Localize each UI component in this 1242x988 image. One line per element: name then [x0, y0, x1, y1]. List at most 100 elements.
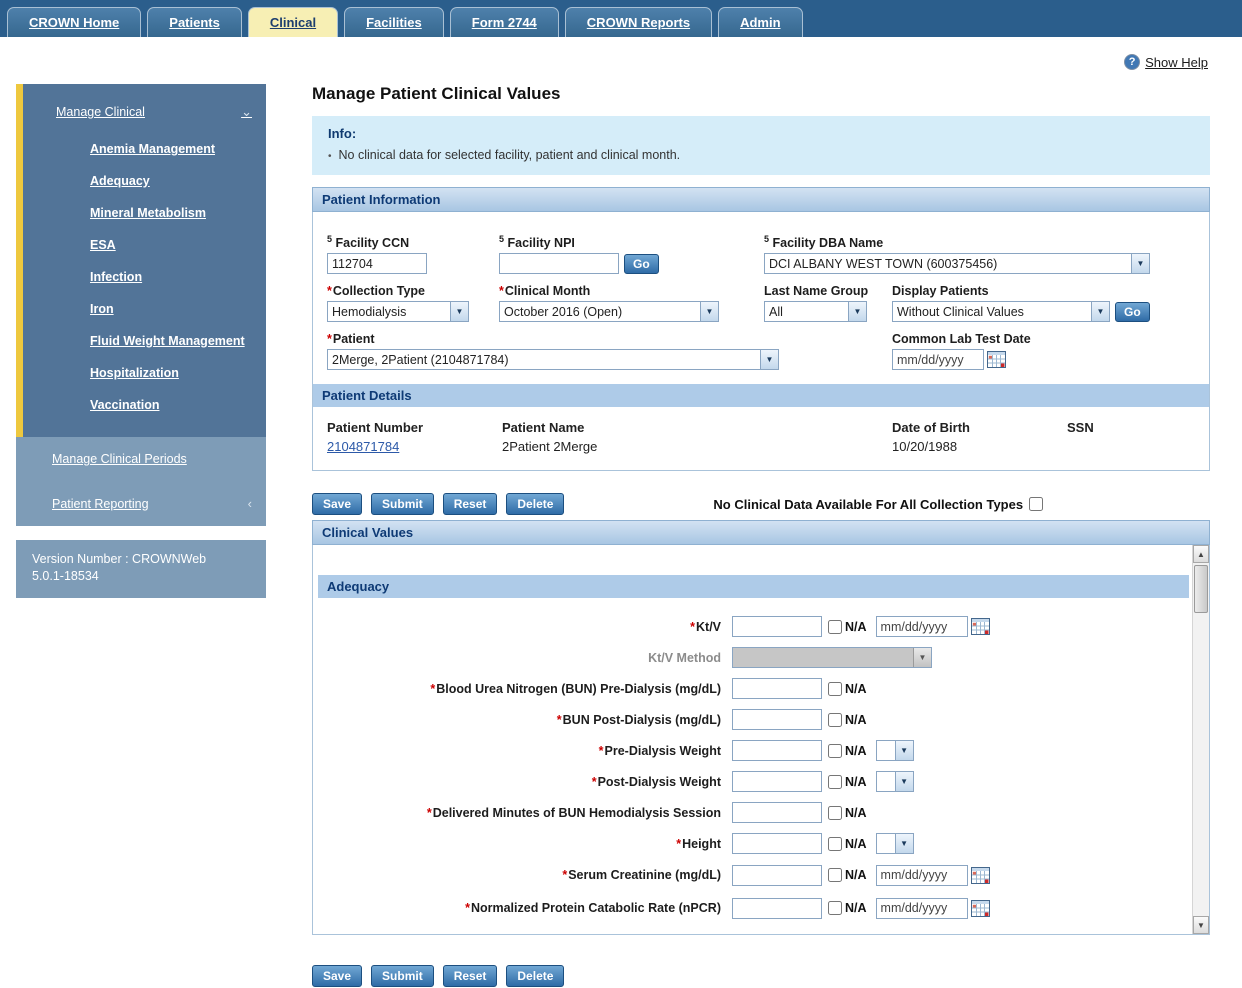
clinical-month-select[interactable]: October 2016 (Open) ▼	[499, 301, 719, 322]
serum-creatinine-input[interactable]	[732, 865, 822, 886]
tab-form-2744[interactable]: Form 2744	[450, 7, 559, 37]
height-input[interactable]	[732, 833, 822, 854]
facility-npi-go-button[interactable]: Go	[624, 254, 659, 274]
facility-ccn-input[interactable]	[327, 253, 427, 274]
pre-weight-input[interactable]	[732, 740, 822, 761]
npcr-na-checkbox[interactable]	[828, 901, 842, 915]
serum-creatinine-date-input[interactable]	[876, 865, 968, 886]
delivered-minutes-row: *Delivered Minutes of BUN Hemodialysis S…	[313, 797, 1192, 828]
height-unit-select[interactable]: ▼	[876, 833, 914, 854]
reset-button-bottom[interactable]: Reset	[443, 965, 498, 987]
ktv-date-input[interactable]	[876, 616, 968, 637]
common-lab-test-date-input[interactable]	[892, 349, 984, 370]
npcr-input[interactable]	[732, 898, 822, 919]
sidebar-item-hospitalization[interactable]: Hospitalization	[23, 357, 266, 389]
scroll-down-button[interactable]: ▼	[1193, 916, 1209, 934]
ktv-method-label: Kt/V Method	[313, 651, 721, 665]
patient-label: *Patient	[327, 332, 892, 346]
main-content: Manage Patient Clinical Values Info: • N…	[312, 84, 1210, 987]
tab-admin[interactable]: Admin	[718, 7, 802, 37]
save-button-bottom[interactable]: Save	[312, 965, 362, 987]
patient-select[interactable]: 2Merge, 2Patient (2104871784) ▼	[327, 349, 779, 370]
bun-post-input[interactable]	[732, 709, 822, 730]
sidebar: Manage Clinical ⌄ Anemia Management Adeq…	[16, 84, 266, 987]
sidebar-item-mineral-metabolism[interactable]: Mineral Metabolism	[23, 197, 266, 229]
serum-creatinine-na-checkbox[interactable]	[828, 868, 842, 882]
pre-weight-unit-select[interactable]: ▼	[876, 740, 914, 761]
submit-button-bottom[interactable]: Submit	[371, 965, 434, 987]
sidebar-item-manage-clinical-periods[interactable]: Manage Clinical Periods	[16, 437, 266, 481]
clinical-month-value: October 2016 (Open)	[500, 305, 700, 319]
adequacy-section-header: Adequacy	[318, 575, 1189, 598]
ktv-input[interactable]	[732, 616, 822, 637]
sidebar-item-anemia-management[interactable]: Anemia Management	[23, 133, 266, 165]
display-patients-select[interactable]: Without Clinical Values ▼	[892, 301, 1110, 322]
sidebar-item-infection[interactable]: Infection	[23, 261, 266, 293]
ktv-method-row: Kt/V Method ▼	[313, 642, 1192, 673]
sidebar-item-esa[interactable]: ESA	[23, 229, 266, 261]
dropdown-arrow-icon: ▼	[700, 302, 718, 321]
tab-patients[interactable]: Patients	[147, 7, 242, 37]
display-patients-go-button[interactable]: Go	[1115, 302, 1150, 322]
bun-pre-row: *Blood Urea Nitrogen (BUN) Pre-Dialysis …	[313, 673, 1192, 704]
no-clinical-data-label: No Clinical Data Available For All Colle…	[713, 497, 1023, 512]
bullet-icon: •	[328, 151, 332, 162]
post-weight-unit-select[interactable]: ▼	[876, 771, 914, 792]
reset-button[interactable]: Reset	[443, 493, 498, 515]
facility-dba-select[interactable]: DCI ALBANY WEST TOWN (600375456) ▼	[764, 253, 1150, 274]
sidebar-item-fluid-weight-management[interactable]: Fluid Weight Management	[23, 325, 266, 357]
pre-weight-na-checkbox[interactable]	[828, 744, 842, 758]
delivered-minutes-na-checkbox[interactable]	[828, 806, 842, 820]
info-box: Info: • No clinical data for selected fa…	[312, 116, 1210, 175]
help-icon[interactable]: ?	[1124, 54, 1140, 70]
height-row: *Height N/A ▼	[313, 828, 1192, 859]
sidebar-section-manage-clinical[interactable]: Manage Clinical ⌄	[23, 94, 266, 133]
scrollbar[interactable]: ▲ ▼	[1192, 545, 1209, 934]
calendar-icon[interactable]	[971, 900, 990, 917]
last-name-group-label: Last Name Group	[764, 284, 892, 298]
delete-button[interactable]: Delete	[506, 493, 564, 515]
sidebar-item-iron[interactable]: Iron	[23, 293, 266, 325]
clinical-values-panel: Adequacy *Kt/V N/A Kt/V Method	[312, 545, 1210, 935]
tab-crown-reports[interactable]: CROWN Reports	[565, 7, 712, 37]
post-weight-label: *Post-Dialysis Weight	[313, 775, 721, 789]
show-help-link[interactable]: Show Help	[1145, 55, 1208, 70]
tab-facilities[interactable]: Facilities	[344, 7, 444, 37]
sidebar-item-adequacy[interactable]: Adequacy	[23, 165, 266, 197]
save-button[interactable]: Save	[312, 493, 362, 515]
info-box-title: Info:	[328, 126, 1194, 141]
bun-pre-input[interactable]	[732, 678, 822, 699]
clinical-values-header: Clinical Values	[312, 520, 1210, 545]
last-name-group-select[interactable]: All ▼	[764, 301, 867, 322]
height-na-checkbox[interactable]	[828, 837, 842, 851]
delivered-minutes-input[interactable]	[732, 802, 822, 823]
scroll-up-button[interactable]: ▲	[1193, 545, 1209, 563]
post-weight-na-checkbox[interactable]	[828, 775, 842, 789]
calendar-icon[interactable]	[971, 867, 990, 884]
calendar-icon[interactable]	[987, 351, 1006, 368]
bun-post-na-checkbox[interactable]	[828, 713, 842, 727]
npcr-date-input[interactable]	[876, 898, 968, 919]
post-weight-row: *Post-Dialysis Weight N/A ▼	[313, 766, 1192, 797]
patient-number-link[interactable]: 2104871784	[327, 439, 399, 454]
info-box-message: No clinical data for selected facility, …	[339, 148, 681, 162]
submit-button[interactable]: Submit	[371, 493, 434, 515]
delete-button-bottom[interactable]: Delete	[506, 965, 564, 987]
calendar-icon[interactable]	[971, 618, 990, 635]
patient-name-value: 2Patient 2Merge	[502, 439, 892, 454]
npcr-row: *Normalized Protein Catabolic Rate (nPCR…	[313, 891, 1192, 925]
tab-crown-home[interactable]: CROWN Home	[7, 7, 141, 37]
scrollbar-thumb[interactable]	[1194, 565, 1208, 613]
post-weight-input[interactable]	[732, 771, 822, 792]
ktv-na-checkbox[interactable]	[828, 620, 842, 634]
sidebar-item-patient-reporting[interactable]: Patient Reporting ‹	[16, 481, 266, 526]
collection-type-select[interactable]: Hemodialysis ▼	[327, 301, 469, 322]
bun-pre-na-checkbox[interactable]	[828, 682, 842, 696]
pre-weight-label: *Pre-Dialysis Weight	[313, 744, 721, 758]
no-clinical-data-checkbox[interactable]	[1029, 497, 1043, 511]
manage-clinical-label: Manage Clinical	[56, 105, 145, 119]
sidebar-item-vaccination[interactable]: Vaccination	[23, 389, 266, 421]
scrollbar-track[interactable]	[1193, 563, 1209, 916]
facility-npi-input[interactable]	[499, 253, 619, 274]
tab-clinical[interactable]: Clinical	[248, 7, 338, 37]
